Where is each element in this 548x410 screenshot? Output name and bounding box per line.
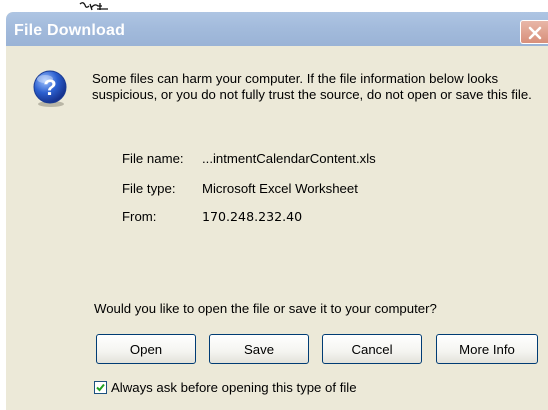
from-label: From: [122, 209, 157, 224]
file-type-value: Microsoft Excel Worksheet [202, 181, 358, 196]
save-button[interactable]: Save [209, 334, 309, 364]
close-icon [528, 26, 542, 40]
from-value: 170.248.232.40 [202, 209, 303, 224]
title-bar[interactable]: File Download [6, 12, 548, 46]
svg-text:?: ? [43, 75, 56, 100]
file-type-label: File type: [122, 181, 176, 196]
always-ask-option[interactable]: Always ask before opening this type of f… [94, 378, 357, 396]
open-or-save-prompt: Would you like to open the file or save … [94, 301, 437, 316]
always-ask-checkbox[interactable] [94, 380, 107, 394]
file-download-dialog: File Download ? Some files can harm your… [6, 12, 548, 410]
open-button[interactable]: Open [96, 334, 196, 364]
more-info-button[interactable]: More Info [436, 334, 538, 364]
always-ask-label: Always ask before opening this type of f… [111, 379, 357, 395]
question-mark-icon: ? [33, 70, 67, 107]
file-name-value: ...intmentCalendarContent.xls [202, 151, 376, 166]
window-title: File Download [14, 22, 126, 39]
checkmark-icon [96, 383, 105, 391]
cancel-button[interactable]: Cancel [322, 334, 422, 364]
file-name-label: File name: [122, 151, 184, 166]
close-button[interactable] [520, 20, 548, 44]
warning-message: Some files can harm your computer. If th… [92, 71, 532, 102]
